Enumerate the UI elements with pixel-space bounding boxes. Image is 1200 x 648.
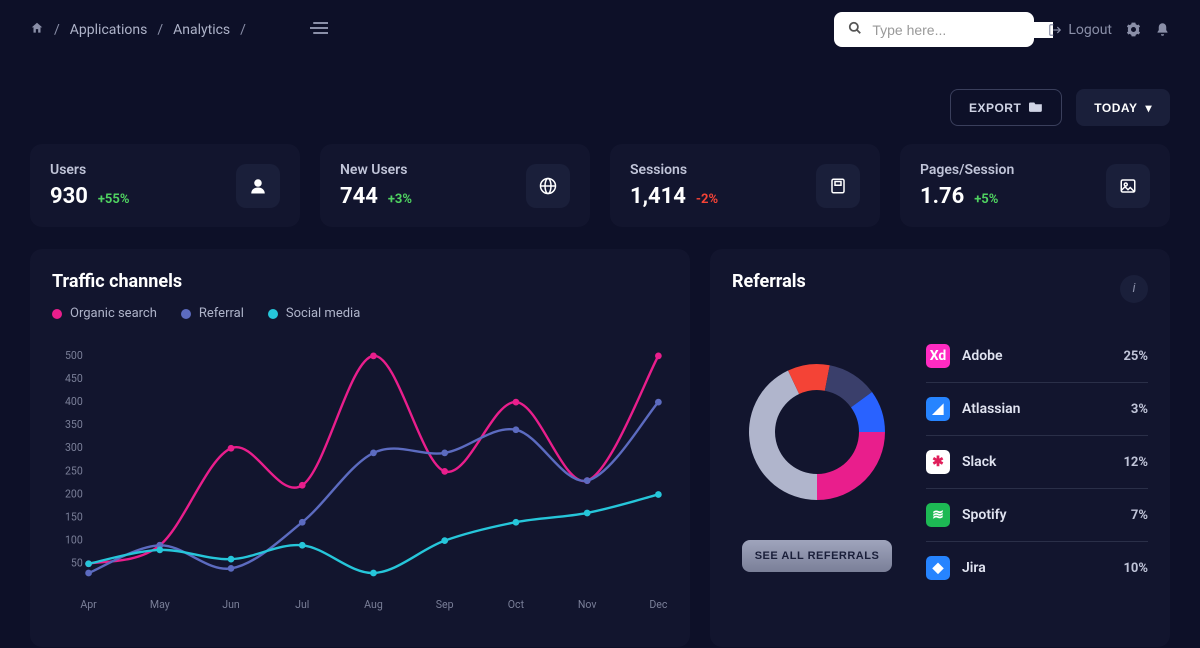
referrals-title: Referrals: [732, 271, 806, 292]
svg-text:200: 200: [65, 487, 83, 500]
referral-item-adobe[interactable]: Xd Adobe 25%: [926, 330, 1148, 383]
referral-pct: 10%: [1123, 561, 1148, 576]
bell-icon[interactable]: [1155, 22, 1170, 37]
svg-text:Dec: Dec: [649, 598, 668, 611]
svg-text:400: 400: [65, 395, 83, 408]
svg-text:May: May: [150, 598, 170, 611]
referrals-panel: Referrals i SEE ALL REFERRALS Xd Adobe 2…: [710, 249, 1170, 647]
referrals-donut: [737, 352, 897, 512]
traffic-title: Traffic channels: [52, 271, 668, 292]
period-dropdown[interactable]: TODAY ▾: [1076, 89, 1170, 126]
info-icon[interactable]: i: [1120, 275, 1148, 303]
legend-dot: [52, 309, 62, 319]
spotify-logo-icon: ≋: [926, 503, 950, 527]
svg-text:50: 50: [71, 557, 83, 570]
breadcrumb-sep: /: [240, 22, 246, 38]
referral-name: Spotify: [962, 507, 1007, 523]
export-button[interactable]: EXPORT: [950, 89, 1062, 126]
svg-text:Oct: Oct: [508, 598, 525, 611]
svg-text:150: 150: [65, 510, 83, 523]
stat-card-users: Users 930 +55%: [30, 144, 300, 227]
referral-name: Slack: [962, 454, 996, 470]
search-icon: [848, 20, 862, 39]
legend-dot: [181, 309, 191, 319]
stat-value: 1,414: [630, 184, 686, 209]
traffic-channels-panel: Traffic channels Organic search Referral S…: [30, 249, 690, 647]
legend-label: Organic search: [70, 306, 157, 321]
stat-card-sessions: Sessions 1,414 -2%: [610, 144, 880, 227]
legend-dot: [268, 309, 278, 319]
referral-pct: 25%: [1123, 349, 1148, 364]
referral-item-atlassian[interactable]: ◢ Atlassian 3%: [926, 383, 1148, 436]
stat-label: Pages/Session: [920, 162, 1014, 178]
legend-label: Social media: [286, 306, 360, 321]
stat-card-new-users: New Users 744 +3%: [320, 144, 590, 227]
stat-label: New Users: [340, 162, 412, 178]
menu-toggle-icon[interactable]: [310, 19, 328, 40]
stat-label: Sessions: [630, 162, 718, 178]
svg-text:Apr: Apr: [80, 598, 97, 611]
breadcrumb-applications[interactable]: Applications: [70, 22, 148, 38]
svg-text:Sep: Sep: [436, 598, 454, 611]
svg-text:250: 250: [65, 464, 83, 477]
referral-name: Adobe: [962, 348, 1003, 364]
svg-text:Jul: Jul: [295, 598, 309, 611]
breadcrumb-analytics[interactable]: Analytics: [173, 22, 230, 38]
image-icon: [1106, 164, 1150, 208]
breadcrumb: / Applications / Analytics /: [30, 21, 246, 39]
stat-card-pages-session: Pages/Session 1.76 +5%: [900, 144, 1170, 227]
stat-change: +55%: [98, 192, 130, 207]
atlassian-logo-icon: ◢: [926, 397, 950, 421]
legend-label: Referral: [199, 306, 244, 321]
svg-text:300: 300: [65, 441, 83, 454]
home-icon[interactable]: [30, 21, 44, 39]
legend-item: Referral: [181, 306, 244, 321]
adobe-logo-icon: Xd: [926, 344, 950, 368]
breadcrumb-sep: /: [157, 22, 163, 38]
svg-text:Nov: Nov: [578, 598, 597, 611]
traffic-chart: 50 100 150 200 250 300 350 400 450 500 Apr May Jun Ju…: [52, 341, 668, 621]
referral-item-spotify[interactable]: ≋ Spotify 7%: [926, 489, 1148, 542]
referral-pct: 7%: [1131, 508, 1148, 523]
legend-item: Social media: [268, 306, 360, 321]
period-label: TODAY: [1094, 101, 1137, 115]
referral-item-slack[interactable]: ✱ Slack 12%: [926, 436, 1148, 489]
svg-text:350: 350: [65, 418, 83, 431]
referral-name: Jira: [962, 560, 986, 576]
folder-icon: [1029, 100, 1043, 115]
slack-logo-icon: ✱: [926, 450, 950, 474]
breadcrumb-sep: /: [54, 22, 60, 38]
referral-name: Atlassian: [962, 401, 1020, 417]
chevron-down-icon: ▾: [1145, 101, 1152, 115]
settings-icon[interactable]: [1126, 22, 1141, 37]
export-label: EXPORT: [969, 101, 1021, 115]
referral-pct: 3%: [1131, 402, 1148, 417]
stat-change: +3%: [388, 192, 412, 207]
logout-label: Logout: [1068, 22, 1112, 38]
stat-value: 744: [340, 184, 378, 209]
legend-item: Organic search: [52, 306, 157, 321]
search-input[interactable]: [872, 22, 1053, 38]
jira-logo-icon: ◆: [926, 556, 950, 580]
svg-text:Aug: Aug: [364, 598, 383, 611]
svg-text:450: 450: [65, 372, 83, 385]
stat-label: Users: [50, 162, 129, 178]
svg-text:Jun: Jun: [222, 598, 240, 611]
logout-button[interactable]: Logout: [1048, 22, 1112, 38]
svg-text:500: 500: [65, 349, 83, 362]
search-box[interactable]: [834, 12, 1034, 47]
referral-item-jira[interactable]: ◆ Jira 10%: [926, 542, 1148, 594]
referral-pct: 12%: [1123, 455, 1148, 470]
user-icon: [236, 164, 280, 208]
stat-change: -2%: [696, 192, 718, 207]
stat-value: 1.76: [920, 184, 964, 209]
stat-change: +5%: [974, 192, 998, 207]
globe-icon: [526, 164, 570, 208]
see-all-referrals-button[interactable]: SEE ALL REFERRALS: [742, 540, 892, 572]
svg-text:100: 100: [65, 534, 83, 547]
stat-value: 930: [50, 184, 88, 209]
device-icon: [816, 164, 860, 208]
